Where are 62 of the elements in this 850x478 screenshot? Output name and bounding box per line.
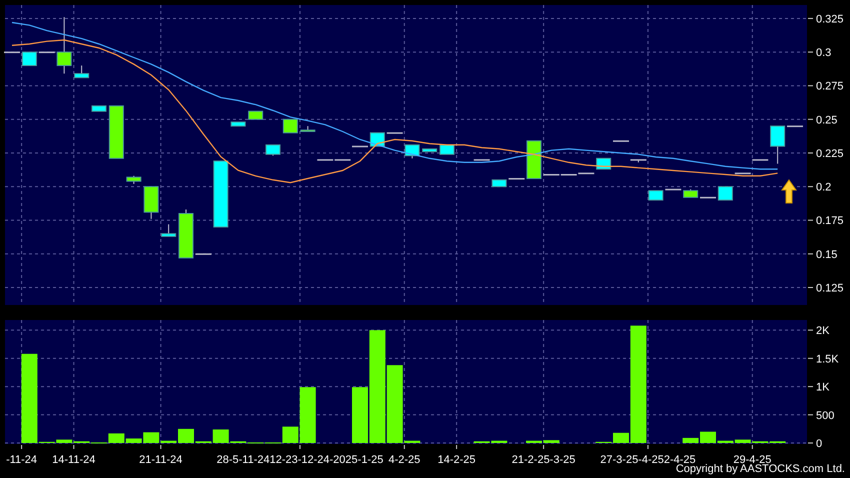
candlestick bbox=[248, 110, 264, 120]
candlestick bbox=[508, 178, 525, 180]
price-axis-label: 0.125 bbox=[816, 282, 844, 294]
candlestick bbox=[613, 140, 629, 142]
candlestick bbox=[300, 126, 316, 132]
volume-axis-label: 1.5K bbox=[816, 353, 839, 366]
candlestick bbox=[178, 208, 194, 258]
date-axis-label: 4-2-25 bbox=[388, 454, 420, 466]
candlestick bbox=[352, 146, 368, 148]
price-axis-label: 0.175 bbox=[816, 215, 844, 228]
candlestick bbox=[282, 118, 298, 134]
candlestick bbox=[734, 172, 751, 174]
price-axis-label: 0.15 bbox=[816, 248, 838, 261]
candlestick bbox=[92, 105, 106, 112]
up-arrow-icon bbox=[781, 179, 797, 204]
date-axis-label: 21-2-25-3-25 bbox=[512, 454, 576, 466]
candlestick bbox=[126, 175, 142, 184]
volume-axis-label: 0 bbox=[816, 438, 822, 450]
candlestick bbox=[213, 160, 228, 228]
candlestick bbox=[4, 52, 20, 54]
candlestick bbox=[230, 122, 246, 127]
price-axis-label: 0.3 bbox=[816, 47, 832, 60]
copyright-notice: Copyright by AASTOCKS.com Ltd. bbox=[676, 463, 845, 475]
price-axis-label: 0.275 bbox=[816, 80, 844, 93]
volume-axis-label: 2K bbox=[816, 325, 830, 338]
candlestick bbox=[22, 52, 37, 66]
volume-axis-label: 500 bbox=[816, 410, 834, 422]
candlestick bbox=[596, 158, 612, 170]
candlestick bbox=[770, 126, 786, 164]
candlestick bbox=[195, 253, 212, 255]
candlestick bbox=[492, 179, 507, 188]
candlestick bbox=[440, 144, 454, 155]
candlestick bbox=[718, 186, 733, 201]
candlestick bbox=[648, 190, 664, 201]
candlestick bbox=[752, 159, 768, 161]
candlestick bbox=[108, 105, 124, 159]
date-axis-label: 21-11-24 bbox=[139, 454, 182, 466]
date-axis-label: 28-5-11-2412-23-12-24-2025-1-25 bbox=[216, 454, 384, 466]
candlestick bbox=[161, 224, 176, 237]
price-axis-label: 0.25 bbox=[816, 114, 838, 126]
candlestick bbox=[56, 16, 72, 74]
date-axis-label: 14-11-24 bbox=[52, 454, 96, 466]
price-axis-label: 0.225 bbox=[816, 148, 844, 160]
candlestick bbox=[38, 52, 55, 54]
candlestick bbox=[665, 188, 682, 190]
candlestick bbox=[630, 159, 646, 163]
date-axis-label: 14-2-25 bbox=[438, 454, 476, 466]
price-axis-label: 0.2 bbox=[816, 182, 832, 194]
candlestick bbox=[266, 144, 280, 156]
candlestick bbox=[526, 140, 542, 180]
candlestick bbox=[74, 65, 90, 78]
candlestick bbox=[404, 144, 420, 159]
price-axis-label: 0.325 bbox=[816, 13, 844, 26]
candlestick bbox=[787, 126, 803, 128]
date-axis-label: -11-24 bbox=[6, 454, 38, 466]
candlestick bbox=[422, 148, 438, 152]
candlestick bbox=[386, 132, 403, 134]
candlestick bbox=[683, 188, 698, 198]
volume-axis-label: 1K bbox=[816, 382, 830, 394]
candlestick bbox=[474, 159, 490, 161]
candlestick bbox=[700, 196, 716, 198]
candlestick bbox=[144, 186, 159, 220]
